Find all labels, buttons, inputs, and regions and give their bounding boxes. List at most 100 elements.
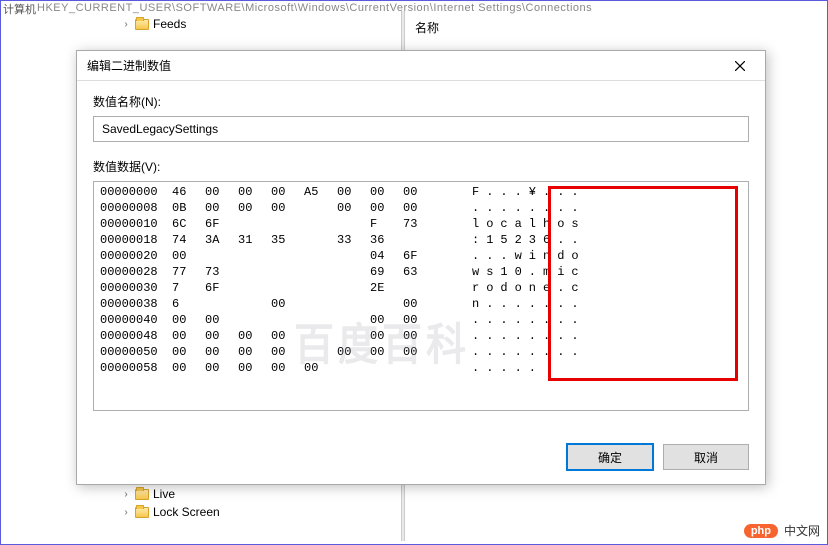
- hex-byte[interactable]: [304, 216, 337, 232]
- chevron-right-icon[interactable]: ›: [121, 507, 131, 518]
- hex-byte[interactable]: 00: [238, 360, 271, 376]
- hex-byte[interactable]: [337, 312, 370, 328]
- hex-byte[interactable]: 00: [205, 360, 238, 376]
- hex-row[interactable]: 000000386 00 00n.......: [100, 296, 742, 312]
- hex-byte[interactable]: 74: [172, 232, 205, 248]
- hex-byte[interactable]: 00: [205, 200, 238, 216]
- hex-byte[interactable]: 69: [370, 264, 403, 280]
- hex-byte[interactable]: [205, 296, 238, 312]
- hex-byte[interactable]: [337, 296, 370, 312]
- hex-byte[interactable]: [238, 296, 271, 312]
- column-header-name[interactable]: 名称: [407, 15, 447, 40]
- hex-byte[interactable]: 00: [205, 344, 238, 360]
- hex-row[interactable]: 000000287773 6963ws10.mic: [100, 264, 742, 280]
- hex-byte[interactable]: 00: [205, 328, 238, 344]
- value-name-field[interactable]: SavedLegacySettings: [93, 116, 749, 142]
- hex-byte[interactable]: [238, 216, 271, 232]
- hex-byte[interactable]: 31: [238, 232, 271, 248]
- hex-byte[interactable]: 00: [238, 184, 271, 200]
- hex-byte[interactable]: [370, 296, 403, 312]
- hex-row[interactable]: 0000005000000000 000000........: [100, 344, 742, 360]
- hex-byte[interactable]: 00: [370, 328, 403, 344]
- hex-byte[interactable]: 00: [271, 360, 304, 376]
- hex-byte[interactable]: 00: [271, 184, 304, 200]
- tree-item[interactable]: › Lock Screen: [81, 503, 401, 521]
- tree-item[interactable]: › Feeds: [81, 15, 401, 33]
- chevron-right-icon[interactable]: ›: [121, 19, 131, 30]
- hex-byte[interactable]: 2E: [370, 280, 403, 296]
- hex-byte[interactable]: 00: [337, 344, 370, 360]
- hex-byte[interactable]: 00: [172, 328, 205, 344]
- hex-byte[interactable]: 3A: [205, 232, 238, 248]
- hex-byte[interactable]: 00: [172, 360, 205, 376]
- hex-byte[interactable]: 73: [205, 264, 238, 280]
- hex-row[interactable]: 0000002000 046F...windo: [100, 248, 742, 264]
- hex-byte[interactable]: 00: [238, 344, 271, 360]
- hex-row[interactable]: 000000080B000000 000000........: [100, 200, 742, 216]
- hex-byte[interactable]: [337, 328, 370, 344]
- hex-byte[interactable]: 63: [403, 264, 436, 280]
- hex-row[interactable]: 0000004800000000 0000........: [100, 328, 742, 344]
- hex-byte[interactable]: 00: [403, 312, 436, 328]
- tree-item[interactable]: › Live: [81, 485, 401, 503]
- chevron-right-icon[interactable]: ›: [121, 489, 131, 500]
- hex-byte[interactable]: 33: [337, 232, 370, 248]
- hex-byte[interactable]: 00: [403, 296, 436, 312]
- hex-byte[interactable]: 00: [172, 248, 205, 264]
- hex-byte[interactable]: 00: [205, 184, 238, 200]
- hex-byte[interactable]: 00: [205, 312, 238, 328]
- hex-byte[interactable]: 35: [271, 232, 304, 248]
- hex-byte[interactable]: 04: [370, 248, 403, 264]
- cancel-button[interactable]: 取消: [663, 444, 749, 470]
- hex-byte[interactable]: [238, 264, 271, 280]
- hex-byte[interactable]: 00: [370, 312, 403, 328]
- hex-byte[interactable]: 00: [403, 328, 436, 344]
- hex-byte[interactable]: [337, 360, 370, 376]
- hex-byte[interactable]: 00: [271, 328, 304, 344]
- hex-byte[interactable]: [304, 264, 337, 280]
- ok-button[interactable]: 确定: [567, 444, 653, 470]
- hex-byte[interactable]: 36: [370, 232, 403, 248]
- hex-byte[interactable]: 00: [271, 200, 304, 216]
- hex-byte[interactable]: 00: [238, 328, 271, 344]
- hex-byte[interactable]: 00: [271, 296, 304, 312]
- hex-byte[interactable]: [271, 312, 304, 328]
- hex-byte[interactable]: [370, 360, 403, 376]
- hex-byte[interactable]: [271, 216, 304, 232]
- hex-byte[interactable]: 6F: [205, 280, 238, 296]
- hex-byte[interactable]: 00: [403, 200, 436, 216]
- hex-row[interactable]: 0000000046000000A5000000F...¥...: [100, 184, 742, 200]
- hex-byte[interactable]: F: [370, 216, 403, 232]
- hex-byte[interactable]: 00: [172, 344, 205, 360]
- hex-byte[interactable]: [337, 216, 370, 232]
- hex-byte[interactable]: 6F: [205, 216, 238, 232]
- hex-byte[interactable]: [238, 248, 271, 264]
- hex-row[interactable]: 00000018743A3135 3336 :15236..: [100, 232, 742, 248]
- hex-row[interactable]: 000000307 6F 2E rodone.c: [100, 280, 742, 296]
- hex-byte[interactable]: [271, 264, 304, 280]
- hex-byte[interactable]: [403, 360, 436, 376]
- hex-byte[interactable]: [304, 312, 337, 328]
- hex-byte[interactable]: 6F: [403, 248, 436, 264]
- hex-byte[interactable]: 00: [370, 344, 403, 360]
- hex-byte[interactable]: 00: [172, 312, 205, 328]
- hex-byte[interactable]: 00: [337, 200, 370, 216]
- hex-byte[interactable]: [337, 264, 370, 280]
- hex-row[interactable]: 000000580000000000.....: [100, 360, 742, 376]
- hex-byte[interactable]: 6C: [172, 216, 205, 232]
- hex-byte[interactable]: 00: [403, 344, 436, 360]
- hex-row[interactable]: 000000400000 0000........: [100, 312, 742, 328]
- hex-byte[interactable]: [403, 232, 436, 248]
- hex-byte[interactable]: [304, 280, 337, 296]
- hex-byte[interactable]: 0B: [172, 200, 205, 216]
- hex-editor[interactable]: 0000000046000000A5000000F...¥...00000008…: [93, 181, 749, 411]
- hex-byte[interactable]: 00: [337, 184, 370, 200]
- hex-byte[interactable]: 00: [304, 360, 337, 376]
- hex-byte[interactable]: [304, 248, 337, 264]
- hex-byte[interactable]: [304, 200, 337, 216]
- hex-byte[interactable]: [205, 248, 238, 264]
- hex-byte[interactable]: [238, 280, 271, 296]
- hex-byte[interactable]: [304, 344, 337, 360]
- hex-byte[interactable]: 00: [370, 184, 403, 200]
- hex-byte[interactable]: 7: [172, 280, 205, 296]
